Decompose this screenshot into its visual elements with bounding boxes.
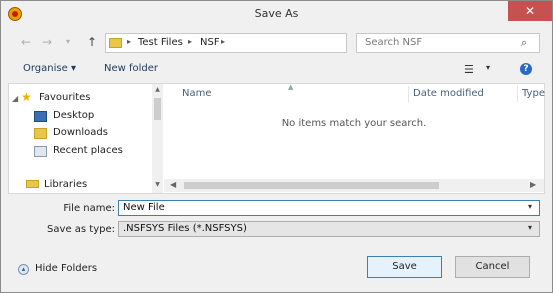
save-as-type-label: Save as type: [47,224,115,235]
file-name-value[interactable]: New File [123,202,165,213]
organise-button[interactable]: Organise ▾ [23,63,76,74]
breadcrumb-separator: ▸ [221,37,226,46]
save-as-dialog: Save As ✕ ← → ▾ ↑ ▸ Test Files ▸ NSF ▸ ▾… [0,0,553,293]
navigation-bar: ← → ▾ ↑ ▸ Test Files ▸ NSF ▸ ▾ ↻ Search … [1,29,552,57]
cancel-button[interactable]: Cancel [455,256,530,278]
search-icon[interactable]: ⌕ [521,36,527,50]
file-name-label: File name: [63,203,115,214]
chevron-down-icon[interactable]: ▾ [528,202,532,211]
help-icon[interactable]: ? [520,63,532,75]
navigation-pane: ◢ ★ Favourites Desktop Downloads Recent … [9,84,163,193]
scroll-thumb[interactable] [184,182,439,189]
chevron-up-icon[interactable]: ▴ [18,264,29,275]
libraries-icon [26,180,39,188]
scroll-right-icon[interactable]: ▶ [530,180,536,189]
breadcrumb-separator: ▸ [127,37,132,46]
command-toolbar: Organise ▾ New folder ☰ ▾ ? [1,57,552,81]
up-arrow-icon[interactable]: ↑ [83,33,101,51]
sidebar-item-recent-places[interactable]: Recent places [53,145,123,156]
breadcrumb-test-files[interactable]: Test Files [138,37,183,48]
save-button[interactable]: Save [367,256,442,278]
empty-list-message: No items match your search. [281,118,427,129]
folder-icon [109,38,122,48]
search-box[interactable]: Search NSF ⌕ [356,33,540,53]
breadcrumb-separator: ▸ [188,37,193,46]
sidebar-item-downloads[interactable]: Downloads [53,127,108,138]
window-title: Save As [254,7,299,20]
scroll-thumb[interactable] [154,98,161,120]
title-bar: Save As ✕ [1,1,552,29]
sort-arrow-icon: ▲ [288,83,294,91]
column-header-type[interactable]: Type [522,88,545,99]
desktop-icon [34,111,47,122]
save-as-type-value: .NSFSYS Files (*.NSFSYS) [123,223,247,234]
column-divider[interactable] [517,86,518,102]
scroll-down-icon[interactable]: ▼ [152,181,163,188]
forward-arrow-icon[interactable]: → [38,33,56,51]
sidebar-item-desktop[interactable]: Desktop [53,110,94,121]
chevron-down-icon[interactable]: ▾ [528,223,532,232]
save-as-type-select[interactable]: .NSFSYS Files (*.NSFSYS) ▾ [118,221,540,237]
scroll-left-icon[interactable]: ◀ [170,180,176,189]
scroll-up-icon[interactable]: ▲ [152,86,163,93]
recent-places-icon [34,146,47,157]
column-divider[interactable] [408,86,409,102]
back-arrow-icon[interactable]: ← [17,33,35,51]
sidebar-item-libraries[interactable]: Libraries [44,179,87,190]
breadcrumb-nsf[interactable]: NSF [200,37,220,48]
hide-folders-label[interactable]: Hide Folders [35,263,97,274]
downloads-icon [34,128,47,139]
file-list-pane: ▲ Name Date modified Type No items match… [164,83,545,193]
views-icon[interactable]: ☰ [464,63,474,76]
column-header-date-modified[interactable]: Date modified [413,88,484,99]
search-input[interactable]: Search NSF [365,37,422,48]
views-dropdown-icon[interactable]: ▾ [486,63,490,72]
browser-area: ◢ ★ Favourites Desktop Downloads Recent … [8,83,545,194]
recent-dropdown-icon[interactable]: ▾ [59,33,77,51]
star-icon: ★ [21,90,32,104]
close-button[interactable]: ✕ [508,1,552,21]
sidebar-item-favourites[interactable]: Favourites [39,92,91,103]
horizontal-scrollbar[interactable]: ◀ ▶ [164,179,544,192]
address-bar[interactable]: ▸ Test Files ▸ NSF ▸ ▾ ↻ [105,33,440,53]
new-folder-button[interactable]: New folder [104,63,158,74]
column-header-name[interactable]: Name [182,88,212,99]
file-name-field[interactable]: New File ▾ [118,200,540,216]
nav-scrollbar[interactable]: ▲ ▼ [152,84,163,193]
expand-arrow-icon[interactable]: ◢ [12,94,18,103]
